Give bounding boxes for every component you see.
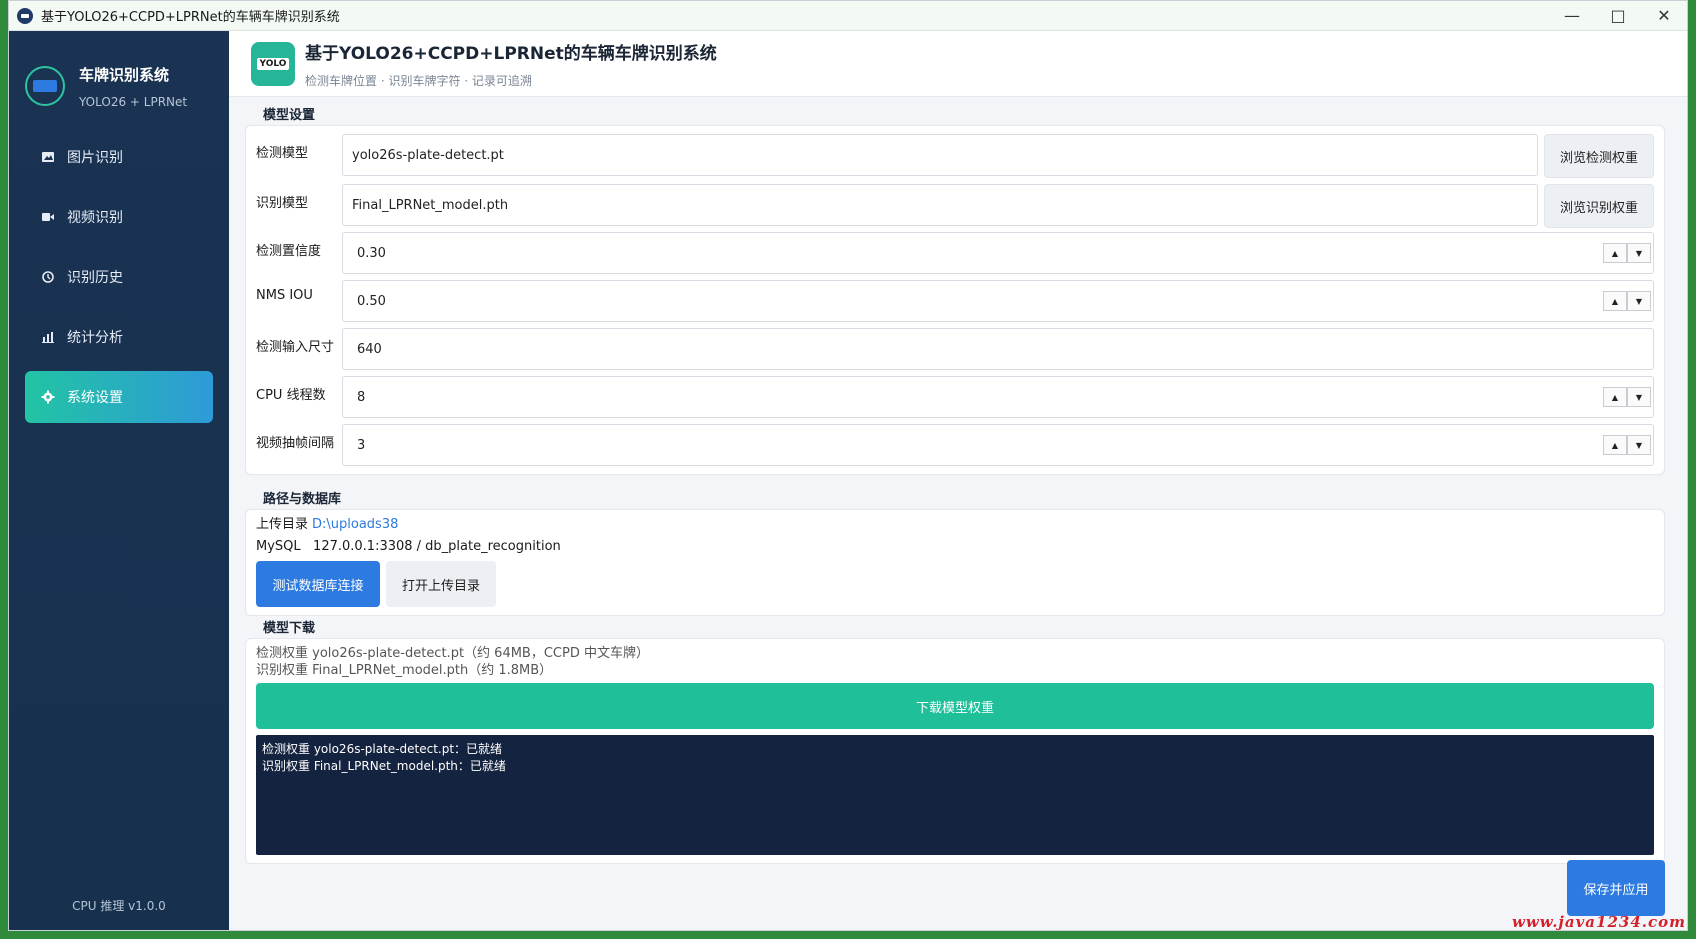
open-upload-dir-button[interactable]: 打开上传目录 [386,561,496,607]
frame-interval-row: 视频抽帧间隔 3 ▲ ▼ [256,424,1654,466]
spin-down-icon[interactable]: ▼ [1627,435,1651,455]
paths-card: 上传目录 D:\uploads38 MySQL 127.0.0.1:3308 / … [245,509,1665,616]
threads-value: 8 [357,389,366,405]
recog-weight-info: 识别权重 Final_LPRNet_model.pth（约 1.8MB） [256,663,553,678]
spin-up-icon[interactable]: ▲ [1603,291,1627,311]
app-window: 基于YOLO26+CCPD+LPRNet的车辆车牌识别系统 — □ ✕ 车牌识别… [8,0,1688,931]
yolo-logo-icon: YOLO [251,41,295,86]
window-title: 基于YOLO26+CCPD+LPRNet的车辆车牌识别系统 [41,10,340,25]
chart-icon [42,332,54,343]
page-header: YOLO 基于YOLO26+CCPD+LPRNet的车辆车牌识别系统 检测车牌位… [229,31,1687,97]
sidebar-item-video-recognition[interactable]: 视频识别 [25,191,213,243]
sidebar-item-history[interactable]: 识别历史 [25,251,213,303]
log-line: 识别权重 Final_LPRNet_model.pth：已就绪 [262,759,506,773]
sidebar-nav: 图片识别 视频识别 识别历史 统计分析 系统设置 [9,131,229,423]
download-weights-button[interactable]: 下载模型权重 [256,683,1654,729]
spin-down-icon[interactable]: ▼ [1627,387,1651,407]
test-db-button[interactable]: 测试数据库连接 [256,561,380,607]
recog-model-label: 识别模型 [256,196,309,211]
recog-model-row: 识别模型 Final_LPRNet_model.pth 浏览识别权重 [256,184,1654,228]
conf-row: 检测置信度 0.30 ▲ ▼ [256,232,1654,274]
sidebar-item-image-recognition[interactable]: 图片识别 [25,131,213,183]
history-icon [42,271,54,283]
close-icon[interactable]: ✕ [1641,1,1687,31]
brand: 车牌识别系统 YOLO26 + LPRNet [9,31,229,121]
mysql-value: 127.0.0.1:3308 / db_plate_recognition [313,539,561,554]
page-subtitle: 检测车牌位置 · 识别车牌字符 · 记录可追溯 [305,73,532,88]
sidebar-item-label: 系统设置 [67,390,123,406]
save-apply-button[interactable]: 保存并应用 [1567,860,1665,916]
version-label: CPU 推理 v1.0.0 [72,899,166,913]
nms-label: NMS IOU [256,288,313,303]
page-title: 基于YOLO26+CCPD+LPRNet的车辆车牌识别系统 [305,43,717,64]
recog-model-input[interactable]: Final_LPRNet_model.pth [342,184,1538,226]
log-line: 检测权重 yolo26s-plate-detect.pt：已就绪 [262,742,503,756]
download-card: 检测权重 yolo26s-plate-detect.pt（约 64MB，CCPD… [245,638,1665,864]
detect-model-row: 检测模型 yolo26s-plate-detect.pt 浏览检测权重 [256,134,1654,178]
sidebar-item-label: 识别历史 [67,270,123,286]
frame-interval-spinbox[interactable]: 3 ▲ ▼ [342,424,1654,466]
section-title-paths: 路径与数据库 [263,492,342,507]
upload-dir-label: 上传目录 [256,517,309,532]
upload-dir-line: 上传目录 D:\uploads38 [256,514,1654,536]
threads-row: CPU 线程数 8 ▲ ▼ [256,376,1654,418]
spin-up-icon[interactable]: ▲ [1603,387,1627,407]
threads-label: CPU 线程数 [256,388,326,403]
maximize-icon[interactable]: □ [1595,1,1641,31]
settings-content: 模型设置 检测模型 yolo26s-plate-detect.pt 浏览检测权重… [229,97,1687,930]
upload-dir-link[interactable]: D:\uploads38 [312,517,398,532]
model-settings-card: 检测模型 yolo26s-plate-detect.pt 浏览检测权重 识别模型… [245,125,1665,475]
sidebar-item-statistics[interactable]: 统计分析 [25,311,213,363]
detect-model-label: 检测模型 [256,146,309,161]
spin-up-icon[interactable]: ▲ [1603,435,1627,455]
brand-subtitle: YOLO26 + LPRNet [79,94,188,109]
conf-spinbox[interactable]: 0.30 ▲ ▼ [342,232,1654,274]
imgsz-label: 检测输入尺寸 [256,340,335,355]
image-icon [42,152,54,162]
sidebar: 车牌识别系统 YOLO26 + LPRNet 图片识别 视频识别 识别历史 统计… [9,31,229,930]
nms-spinbox[interactable]: 0.50 ▲ ▼ [342,280,1654,322]
detect-weight-info: 检测权重 yolo26s-plate-detect.pt（约 64MB，CCPD… [256,646,649,661]
app-icon [17,7,33,24]
conf-value: 0.30 [357,245,386,261]
browse-recog-weights-button[interactable]: 浏览识别权重 [1544,184,1654,228]
frame-interval-value: 3 [357,437,366,453]
nms-value: 0.50 [357,293,386,309]
sidebar-item-label: 视频识别 [67,210,123,226]
section-title-model: 模型设置 [263,108,316,123]
brand-logo-icon [25,66,65,106]
mysql-line: MySQL 127.0.0.1:3308 / db_plate_recognit… [256,536,1654,558]
mysql-label: MySQL [256,539,301,554]
download-log: 检测权重 yolo26s-plate-detect.pt：已就绪 识别权重 Fi… [256,735,1654,855]
sidebar-item-settings[interactable]: 系统设置 [25,371,213,423]
sidebar-item-label: 统计分析 [67,330,123,346]
spin-down-icon[interactable]: ▼ [1627,291,1651,311]
paths-button-row: 测试数据库连接 打开上传目录 [256,561,1654,607]
spin-up-icon[interactable]: ▲ [1603,243,1627,263]
sidebar-item-label: 图片识别 [67,150,123,166]
imgsz-input[interactable]: 640 [342,328,1654,370]
imgsz-row: 检测输入尺寸 640 [256,328,1654,370]
watermark: www.java1234.com [1511,913,1686,931]
imgsz-value: 640 [357,341,382,357]
detect-model-input[interactable]: yolo26s-plate-detect.pt [342,134,1538,176]
nms-row: NMS IOU 0.50 ▲ ▼ [256,280,1654,322]
video-icon [42,213,54,221]
threads-spinbox[interactable]: 8 ▲ ▼ [342,376,1654,418]
conf-label: 检测置信度 [256,244,322,259]
gear-icon [41,390,55,404]
frame-interval-label: 视频抽帧间隔 [256,436,335,451]
browse-detect-weights-button[interactable]: 浏览检测权重 [1544,134,1654,178]
brand-name: 车牌识别系统 [79,65,170,84]
title-bar: 基于YOLO26+CCPD+LPRNet的车辆车牌识别系统 — □ ✕ [9,1,1687,31]
section-title-download: 模型下载 [263,621,316,636]
spin-down-icon[interactable]: ▼ [1627,243,1651,263]
minimize-icon[interactable]: — [1549,1,1595,31]
